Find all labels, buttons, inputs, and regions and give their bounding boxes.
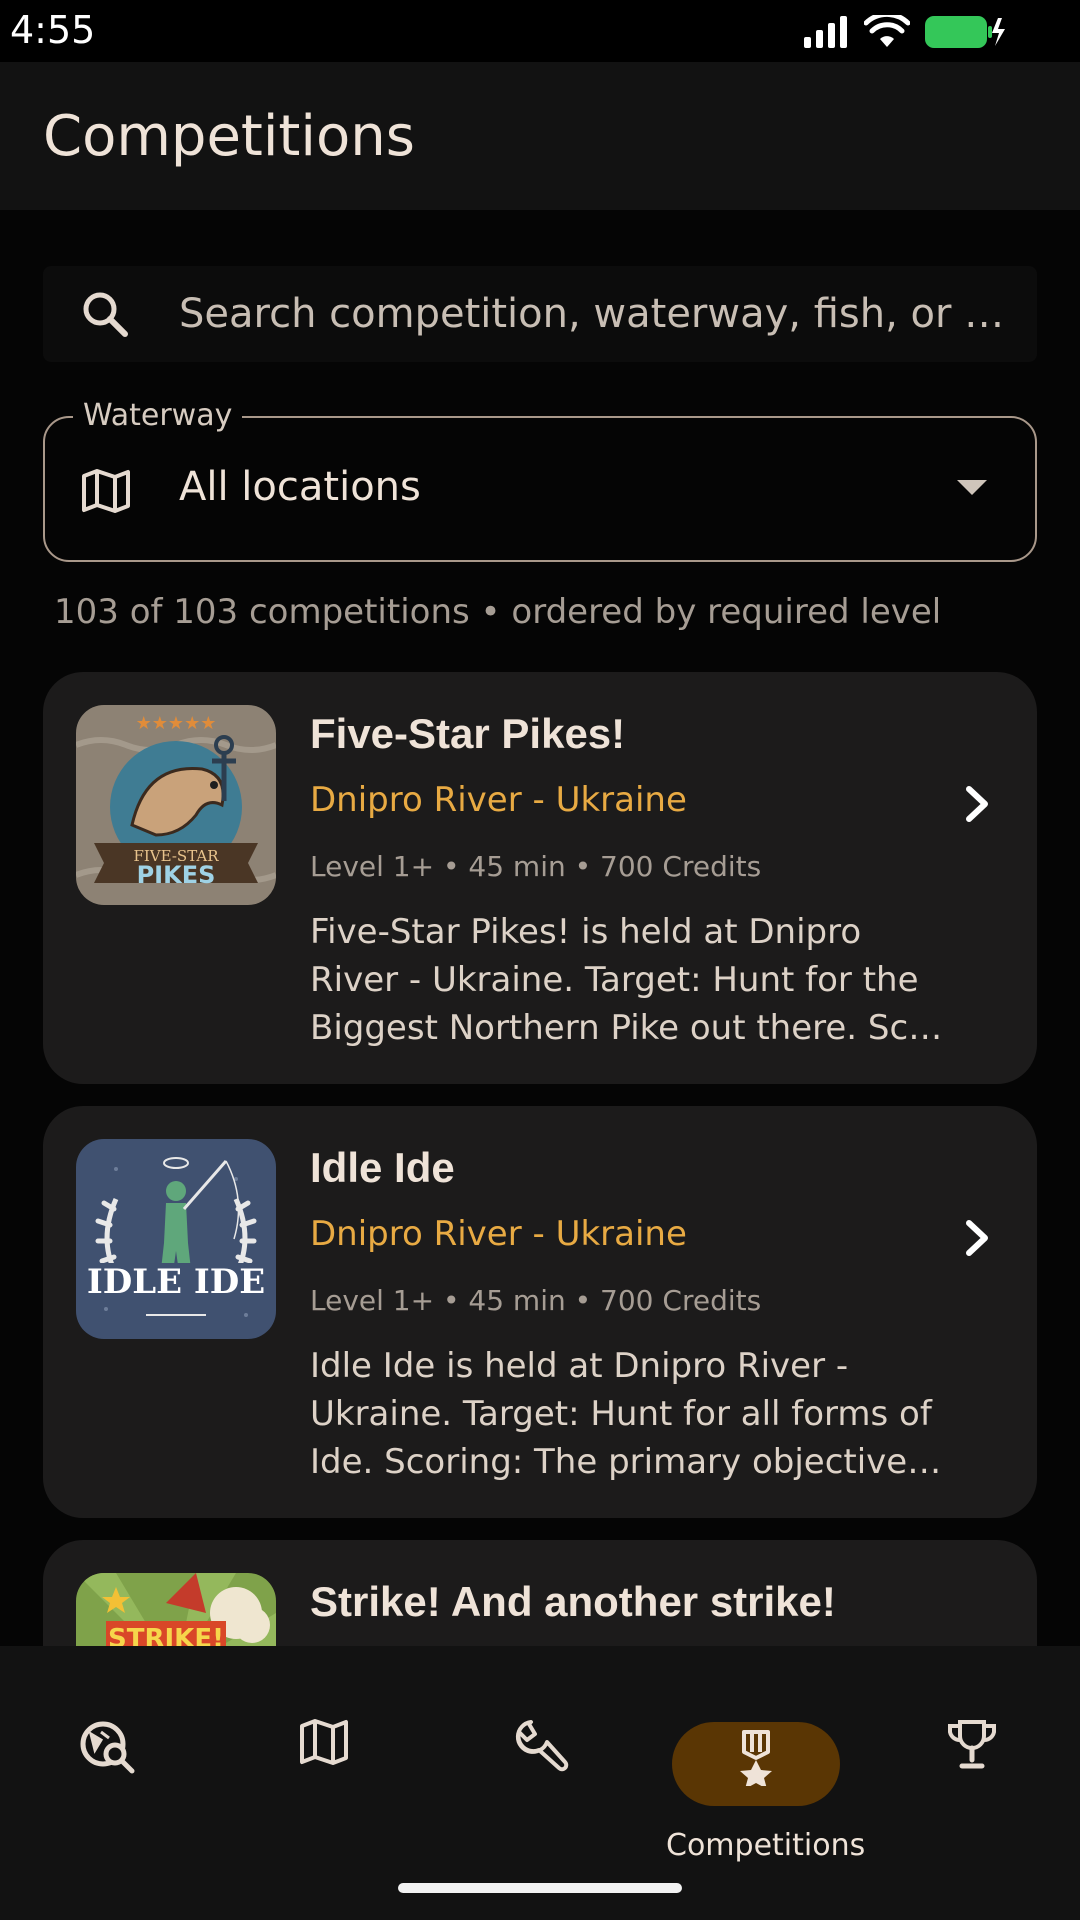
idle-ide-badge-image: IDLE IDE [76,1139,276,1339]
chevron-right-icon[interactable] [961,1218,993,1258]
nav-item-tools[interactable] [450,1684,630,1804]
nav-label-competitions: Competitions [666,1828,866,1863]
result-summary: 103 of 103 competitions • ordered by req… [54,592,942,632]
competition-card[interactable]: STRIKE! Strike! And another strike! [43,1540,1037,1646]
competition-card[interactable]: ★★★★★ FIVE-STAR PIKES Five-Star Pikes! D… [43,672,1037,1084]
wrench-icon [515,1720,569,1772]
competition-title: Idle Ide [310,1144,455,1191]
competition-meta: Level 1+ • 45 min • 700 Credits [310,1284,762,1317]
status-icons [802,14,1006,50]
chevron-right-icon[interactable] [961,784,993,824]
page-title: Competitions [43,104,415,169]
map-icon [300,1719,348,1765]
badge-text: PIKES [137,861,216,889]
waterway-value: All locations [179,464,421,510]
trophy-icon [948,1720,996,1769]
map-icon [82,469,130,513]
competition-description: Five-Star Pikes! is held at Dnipro River… [310,912,943,1048]
status-time: 4:55 [10,8,96,52]
strike-badge-image: STRIKE! [76,1573,276,1646]
nav-item-trophies[interactable] [882,1684,1062,1804]
nav-item-competitions[interactable]: Competitions [666,1684,865,1863]
competition-description: Idle Ide is held at Dnipro River - Ukrai… [310,1346,932,1482]
svg-text:★★★★★: ★★★★★ [136,713,217,734]
competition-title: Strike! And another strike! [310,1578,836,1625]
competition-meta: Level 1+ • 45 min • 700 Credits [310,850,762,883]
nav-item-map[interactable] [234,1684,414,1804]
waterway-dropdown[interactable]: Waterway All locations [43,398,1037,562]
home-indicator[interactable] [398,1883,682,1893]
search-bar[interactable] [43,266,1037,362]
search-icon [83,292,128,337]
nav-item-explore[interactable] [18,1684,198,1804]
bottom-navigation: Competitions [0,1646,1080,1920]
search-input[interactable] [179,286,1017,342]
dropdown-arrow-icon [957,480,987,495]
badge-text: IDLE IDE [87,1262,265,1302]
battery-charging-icon [925,16,1005,48]
competition-list[interactable]: ★★★★★ FIVE-STAR PIKES Five-Star Pikes! D… [0,672,1080,1646]
status-bar: 4:55 [0,0,1080,62]
signal-icon [804,16,847,48]
app-bar: Competitions [0,62,1080,210]
medal-icon [740,1730,772,1786]
badge-text: STRIKE! [108,1624,224,1646]
competition-title: Five-Star Pikes! [310,710,626,757]
wifi-icon [864,15,910,47]
five-star-pikes-badge-image: ★★★★★ FIVE-STAR PIKES [76,705,276,905]
competition-card[interactable]: IDLE IDE Idle Ide Dnipro River - Ukraine… [43,1106,1037,1518]
waterway-label: Waterway [73,398,243,433]
competition-location: Dnipro River - Ukraine [310,1214,687,1254]
competition-location: Dnipro River - Ukraine [310,780,687,820]
explore-search-icon [80,1721,135,1774]
